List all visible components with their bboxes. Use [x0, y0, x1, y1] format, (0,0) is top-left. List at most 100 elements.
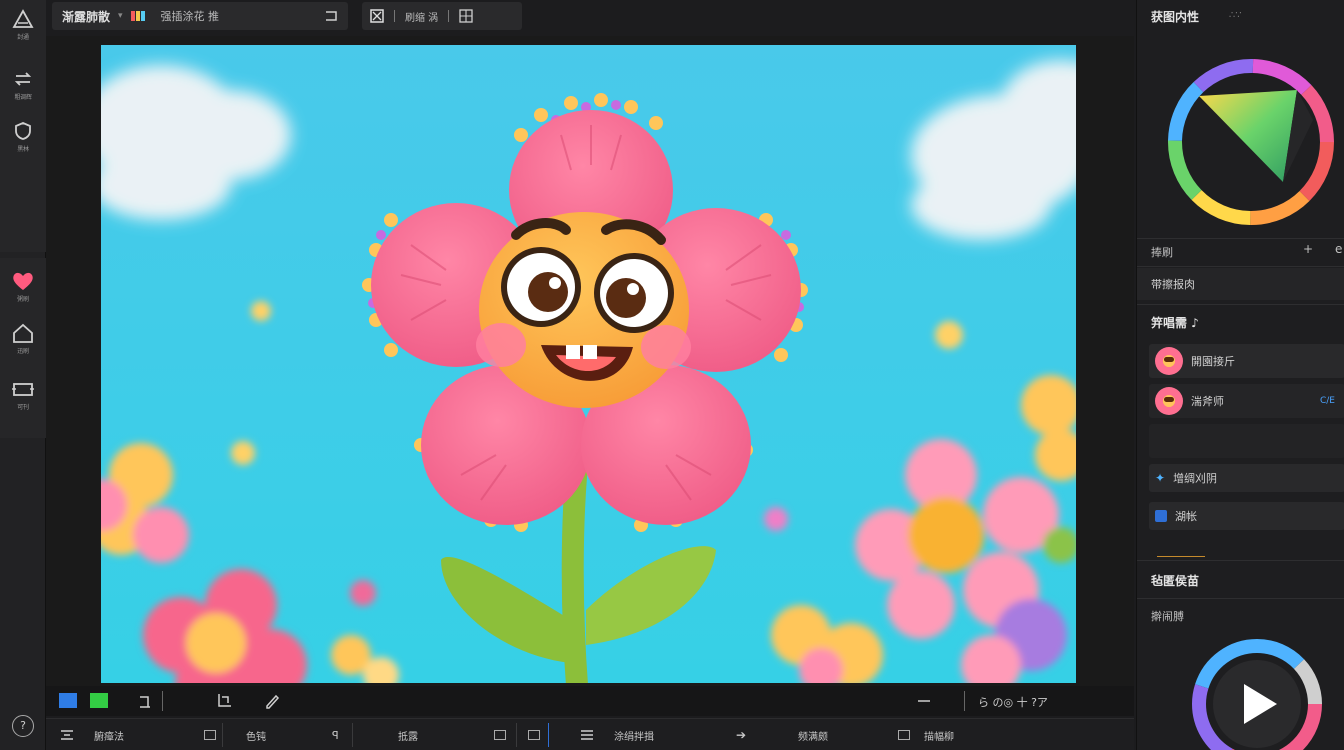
- toolbar-segment-11[interactable]: 描幅柳: [898, 724, 954, 746]
- toolbar-segment-5[interactable]: 抵露: [398, 724, 418, 746]
- toolbar-segment-7[interactable]: [528, 724, 540, 746]
- pen-icon[interactable]: [264, 693, 280, 709]
- document-title-bar: 渐露肺散 ▾ 强插涂花 推: [52, 2, 348, 30]
- divider: [1137, 598, 1344, 599]
- segment-label: 描幅柳: [924, 731, 954, 743]
- rail-label: 粥刷: [17, 296, 29, 303]
- blend-mode-row[interactable]: 带擦报肉: [1137, 268, 1344, 300]
- crop-icon[interactable]: [216, 693, 232, 709]
- edit-icon[interactable]: e: [1335, 242, 1342, 256]
- transform-icon[interactable]: [370, 9, 384, 23]
- square-icon: [528, 730, 540, 740]
- action-label: 湖帐: [1175, 510, 1197, 523]
- frame-tool[interactable]: 可刊: [0, 380, 46, 411]
- align-icon: [61, 730, 73, 740]
- flag-icon: ꟼ: [332, 728, 339, 742]
- square-icon: [494, 730, 506, 740]
- action-row[interactable]: 湖帐: [1149, 502, 1344, 530]
- toolbar-segment-4[interactable]: ꟼ: [332, 724, 339, 746]
- divider: [352, 723, 353, 747]
- arrow-right-icon: ➔: [736, 728, 747, 742]
- heart-brush-tool[interactable]: 粥刷: [0, 270, 46, 303]
- layer-item[interactable]: 開園接斤: [1149, 344, 1344, 378]
- color-wheel[interactable]: [1163, 50, 1339, 234]
- toolbar-segment-9[interactable]: ➔: [736, 724, 746, 746]
- toolbar-segment-10[interactable]: 频满颇: [798, 724, 828, 746]
- layer-icon: [1155, 510, 1167, 522]
- divider: [964, 691, 965, 711]
- color-panel-title: 获图内性: [1151, 10, 1200, 24]
- artwork-canvas[interactable]: [101, 45, 1076, 683]
- segment-label: 频满颇: [798, 731, 828, 743]
- segment-label: 涂绢拌揖: [614, 731, 654, 743]
- chevron-down-icon[interactable]: ▾: [118, 11, 123, 21]
- divider: [448, 10, 450, 22]
- rail-label: 可刊: [17, 404, 29, 411]
- brush-label: 捧刷: [1151, 246, 1173, 259]
- layer-thumbnail: [1155, 387, 1183, 415]
- square-icon: [898, 730, 910, 740]
- triangle-tool-icon: [12, 9, 34, 28]
- view-label: 刷缩 涡: [405, 12, 439, 24]
- rail-label: 封通: [17, 34, 29, 41]
- secondary-color-swatch[interactable]: [90, 693, 108, 708]
- house-icon: [13, 323, 33, 343]
- grid-icon[interactable]: [459, 9, 473, 23]
- loop-tool-icon: [14, 72, 32, 86]
- canvas-area[interactable]: [46, 36, 1134, 686]
- file-name: 强插涂花 推: [160, 10, 220, 23]
- triangle-tool[interactable]: 封通: [0, 8, 46, 41]
- empty-layer-slot: [1149, 424, 1344, 458]
- play-button[interactable]: [1189, 634, 1325, 750]
- tool-rail: 封通 粗调辉 黑林 粥刷 迅刷 可刊 ?: [0, 0, 46, 750]
- top-bar: 渐露肺散 ▾ 强插涂花 推 刷缩 涡: [46, 0, 1134, 36]
- toolbar-segment-8[interactable]: 涂绢拌揖: [580, 724, 654, 746]
- toolbar-segment-6[interactable]: [494, 724, 506, 746]
- layer-thumbnail: [1155, 347, 1183, 375]
- toolbar-segment-3[interactable]: 色钝: [246, 724, 266, 746]
- divider: [1137, 560, 1344, 561]
- minus-icon[interactable]: [916, 693, 932, 709]
- layers-title: 笄唱需 ♪: [1151, 316, 1199, 330]
- divider: [1137, 266, 1344, 267]
- plus-icon[interactable]: +: [1303, 242, 1313, 256]
- divider: [1157, 556, 1205, 557]
- layer-name: 湍斧师: [1191, 395, 1224, 408]
- house-tool[interactable]: 迅刷: [0, 322, 46, 355]
- divider: [394, 10, 395, 22]
- layer-item[interactable]: 湍斧师 C/E: [1149, 384, 1344, 418]
- segment-label: 色钝: [246, 731, 266, 743]
- segment-label: 抵露: [398, 731, 418, 743]
- flower-character-artwork: [101, 45, 1076, 683]
- action-label: 增绸刈阴: [1173, 472, 1218, 485]
- segment-label: 腑瘴法: [94, 731, 124, 743]
- list-icon: [581, 730, 593, 740]
- action-row[interactable]: ✦ 增绸刈阴: [1149, 464, 1344, 492]
- toolbar-segment-1[interactable]: 腑瘴法: [60, 724, 124, 746]
- output-title: 毡匿侯苗: [1151, 574, 1200, 588]
- primary-color-swatch[interactable]: [59, 693, 77, 708]
- rail-label: 黑林: [17, 146, 29, 153]
- collapse-icon[interactable]: [324, 10, 338, 22]
- divider: [222, 723, 223, 747]
- status-toolbar: 腑瘴法 色钝 ꟼ 抵露 涂绢拌揖 ➔ 频满颇 描幅柳: [46, 718, 1134, 750]
- undo-icon[interactable]: [138, 693, 152, 709]
- square-icon: [204, 730, 216, 740]
- toolbar-segment-2[interactable]: [204, 724, 216, 746]
- blend-label: 带擦报肉: [1151, 278, 1195, 291]
- view-controls: 刷缩 涡: [362, 2, 522, 30]
- shield-tool[interactable]: 黑林: [0, 120, 46, 153]
- divider: [162, 691, 163, 711]
- divider: [1137, 304, 1344, 305]
- color-panel-extra: ∴∵: [1229, 10, 1242, 21]
- divider: [548, 723, 549, 747]
- frame-icon: [12, 383, 34, 396]
- divider: [516, 723, 517, 747]
- layer-badge: C/E: [1319, 396, 1335, 406]
- loop-tool[interactable]: 粗调辉: [0, 68, 46, 101]
- heart-icon: [13, 272, 33, 290]
- help-button[interactable]: ?: [12, 715, 34, 737]
- app-title: 渐露肺散: [62, 9, 111, 24]
- zoom-controls[interactable]: ら の◎ 十 ?ア: [978, 694, 1048, 710]
- layer-name: 開園接斤: [1191, 355, 1235, 368]
